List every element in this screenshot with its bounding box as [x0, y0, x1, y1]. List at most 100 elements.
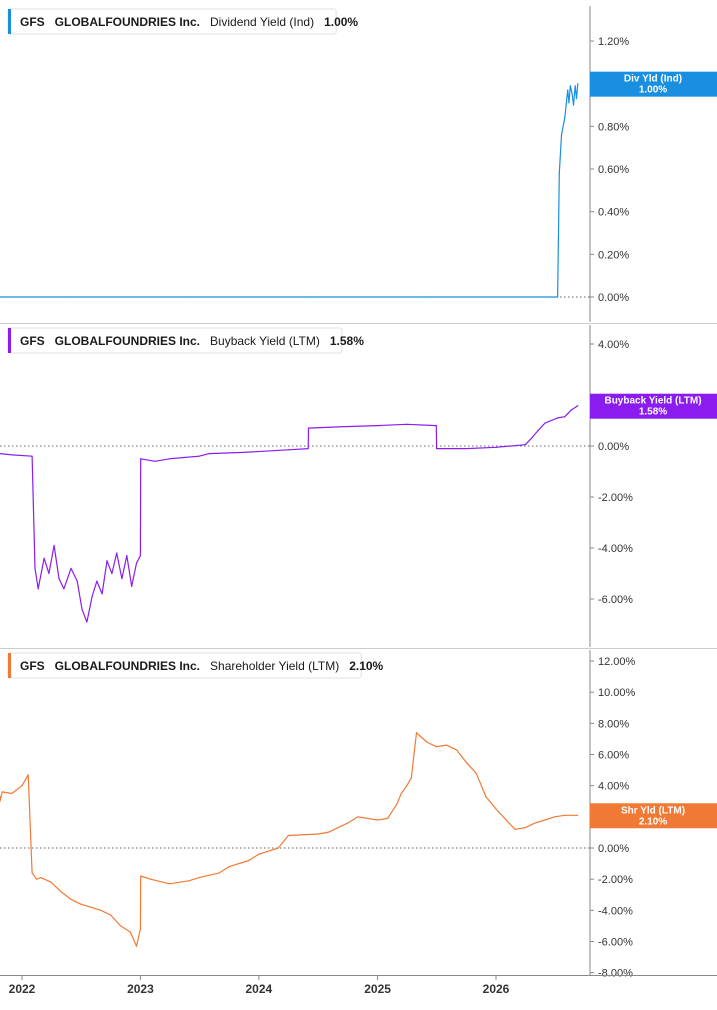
y-tick-label: -2.00%: [598, 874, 633, 886]
y-tick-label: -8.00%: [598, 968, 633, 980]
data-point: [571, 93, 573, 95]
data-point: [495, 446, 497, 448]
data-point: [116, 552, 118, 554]
data-point: [70, 898, 72, 901]
value-badge: Buyback Yield (LTM)1.58%: [590, 393, 717, 419]
data-point: [121, 578, 123, 580]
data-point: [277, 847, 279, 849]
data-point: [86, 621, 88, 623]
data-point: [90, 906, 92, 908]
data-point: [135, 562, 138, 564]
data-point: [100, 909, 102, 911]
data-point: [568, 102, 570, 104]
data-point: [514, 828, 516, 830]
data-point: [35, 878, 38, 880]
x-tick-label: 2023: [127, 982, 154, 996]
legend-label: GFS GLOBALFOUNDRIES Inc. Buyback Yield (LT…: [20, 334, 364, 348]
data-point: [415, 732, 418, 734]
value-badge-value: 2.10%: [639, 816, 667, 827]
data-point: [126, 555, 128, 557]
data-point: [34, 567, 36, 570]
data-point: [188, 880, 191, 882]
data-point: [140, 875, 142, 877]
data-point: [387, 817, 389, 819]
data-point: [91, 595, 93, 598]
series-points: [0, 732, 579, 947]
data-point: [208, 453, 210, 455]
legend-label: GFS GLOBALFOUNDRIES Inc. Dividend Yield (I…: [20, 15, 358, 29]
y-tick-label: 0.00%: [598, 843, 629, 855]
data-point: [557, 417, 559, 419]
legend-box[interactable]: GFS GLOBALFOUNDRIES Inc. Dividend Yield (I…: [7, 8, 358, 35]
series-line: [0, 732, 578, 947]
data-point: [524, 444, 526, 446]
data-point: [406, 785, 408, 787]
data-point: [287, 834, 289, 837]
data-point: [40, 877, 42, 879]
data-point: [410, 777, 412, 779]
data-point: [564, 416, 566, 418]
data-point: [534, 822, 536, 824]
data-point: [43, 557, 45, 559]
data-point: [70, 567, 72, 570]
data-point: [307, 427, 310, 429]
data-point: [524, 827, 526, 829]
data-point: [577, 405, 579, 407]
data-point: [140, 458, 142, 460]
data-point: [120, 925, 122, 927]
data-point: [425, 741, 428, 743]
data-point: [60, 891, 62, 893]
data-point: [357, 816, 359, 818]
data-point: [376, 819, 379, 821]
data-point: [572, 104, 575, 106]
chart-root: 0.00% 0.20% 0.40% 0.60% 0.80% 1.00% 1.20% GFSGL…: [0, 0, 717, 1005]
y-tick-label: -2.00%: [598, 492, 633, 504]
data-point: [81, 608, 83, 610]
y-tick-label: 0.60%: [598, 164, 629, 176]
data-point: [129, 931, 131, 933]
y-tick-label: 12.00%: [598, 656, 636, 668]
data-point: [317, 833, 319, 835]
data-point: [347, 822, 349, 824]
data-point: [131, 585, 133, 587]
data-point: [50, 881, 52, 883]
data-point: [567, 89, 569, 91]
legend-box[interactable]: GFS GLOBALFOUNDRIES Inc. Buyback Yield (LT…: [7, 327, 364, 354]
data-point: [400, 792, 402, 795]
data-point: [248, 859, 250, 862]
panel-3: -8.00%-6.00%-4.00%-2.00%0.00%2.00%4.00%6…: [0, 650, 717, 980]
data-point: [554, 816, 556, 818]
data-point: [550, 419, 552, 422]
y-tick-label: 1.20%: [598, 36, 629, 48]
series-line: [0, 405, 579, 623]
y-tick-label: 4.00%: [598, 339, 629, 351]
data-point: [53, 544, 55, 547]
y-tick-label: 4.00%: [598, 781, 629, 793]
data-point: [574, 85, 576, 87]
series-line: [0, 83, 579, 298]
value-badge: Div Yld (Ind)1.00%: [590, 71, 717, 97]
legend-color-bar: [8, 9, 11, 34]
data-point: [445, 744, 447, 746]
data-point: [31, 872, 33, 874]
x-tick-label: 2022: [9, 982, 36, 996]
legend-box[interactable]: GFS GLOBALFOUNDRIES Inc. Shareholder Yield…: [7, 652, 384, 679]
data-point: [475, 772, 477, 774]
data-point: [183, 456, 185, 459]
data-point: [569, 85, 571, 87]
data-point: [27, 774, 29, 776]
data-point: [96, 580, 98, 582]
data-point: [570, 409, 572, 411]
data-point: [558, 172, 560, 174]
data-point: [564, 117, 566, 119]
data-point: [21, 785, 23, 787]
data-point: [37, 588, 39, 590]
legend-color-bar: [8, 653, 11, 678]
y-tick-label: 0.00%: [598, 292, 629, 304]
x-tick-label: 2024: [245, 982, 272, 996]
y-tick-label: 0.00%: [598, 441, 629, 453]
data-point: [465, 761, 467, 763]
y-tick-label: -4.00%: [598, 905, 633, 917]
data-point: [485, 795, 487, 798]
data-point: [327, 831, 329, 834]
